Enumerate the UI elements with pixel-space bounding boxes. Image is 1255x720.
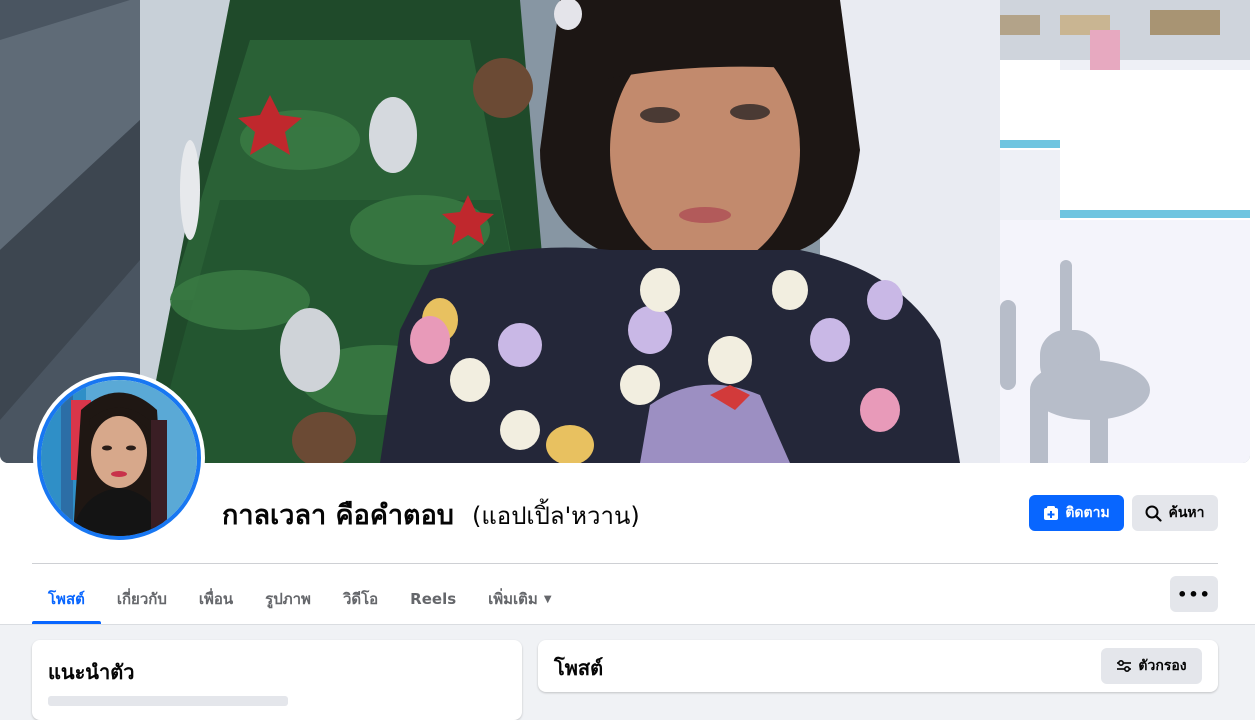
tab-friends[interactable]: เพื่อน <box>183 575 249 623</box>
profile-name-row: กาลเวลา คือคำตอบ (แอปเปิ้ล'หวาน) <box>222 493 640 536</box>
intro-title: แนะนำตัว <box>48 660 135 684</box>
caret-down-icon: ▼ <box>543 593 552 605</box>
profile-picture[interactable] <box>33 372 205 544</box>
header-shadow <box>0 624 1255 625</box>
filter-icon <box>1117 659 1132 673</box>
filter-button[interactable]: ตัวกรอง <box>1101 648 1202 684</box>
ellipsis-icon: ••• <box>1177 584 1211 604</box>
posts-card: โพสต์ ตัวกรอง <box>538 640 1218 692</box>
search-button-label: ค้นหา <box>1168 505 1205 521</box>
search-icon <box>1145 505 1163 522</box>
profile-name: กาลเวลา คือคำตอบ <box>222 500 454 531</box>
header-divider <box>32 563 1218 564</box>
posts-title: โพสต์ <box>554 656 604 680</box>
search-button[interactable]: ค้นหา <box>1132 495 1218 531</box>
filter-button-label: ตัวกรอง <box>1138 658 1187 674</box>
tab-reels[interactable]: Reels <box>394 575 472 623</box>
tab-more[interactable]: เพิ่มเติม ▼ <box>472 575 567 623</box>
avatar <box>37 376 201 540</box>
alternate-name: (แอปเปิ้ล'หวาน) <box>471 502 640 530</box>
more-options-button[interactable]: ••• <box>1170 576 1218 612</box>
follow-button[interactable]: ติดตาม <box>1029 495 1124 531</box>
tab-about[interactable]: เกี่ยวกับ <box>101 575 183 623</box>
cover-photo[interactable] <box>0 0 1250 463</box>
profile-tabs: โพสต์ เกี่ยวกับ เพื่อน รูปภาพ วิดีโอ Ree… <box>32 575 568 624</box>
intro-text-placeholder <box>48 696 288 706</box>
tab-photos[interactable]: รูปภาพ <box>249 575 327 623</box>
tab-videos[interactable]: วิดีโอ <box>327 575 394 623</box>
follow-button-label: ติดตาม <box>1065 505 1110 521</box>
profile-header: กาลเวลา คือคำตอบ (แอปเปิ้ล'หวาน) ติดตาม … <box>0 0 1255 625</box>
follow-icon <box>1044 506 1059 520</box>
intro-card: แนะนำตัว <box>32 640 522 720</box>
tab-posts[interactable]: โพสต์ <box>32 575 101 624</box>
